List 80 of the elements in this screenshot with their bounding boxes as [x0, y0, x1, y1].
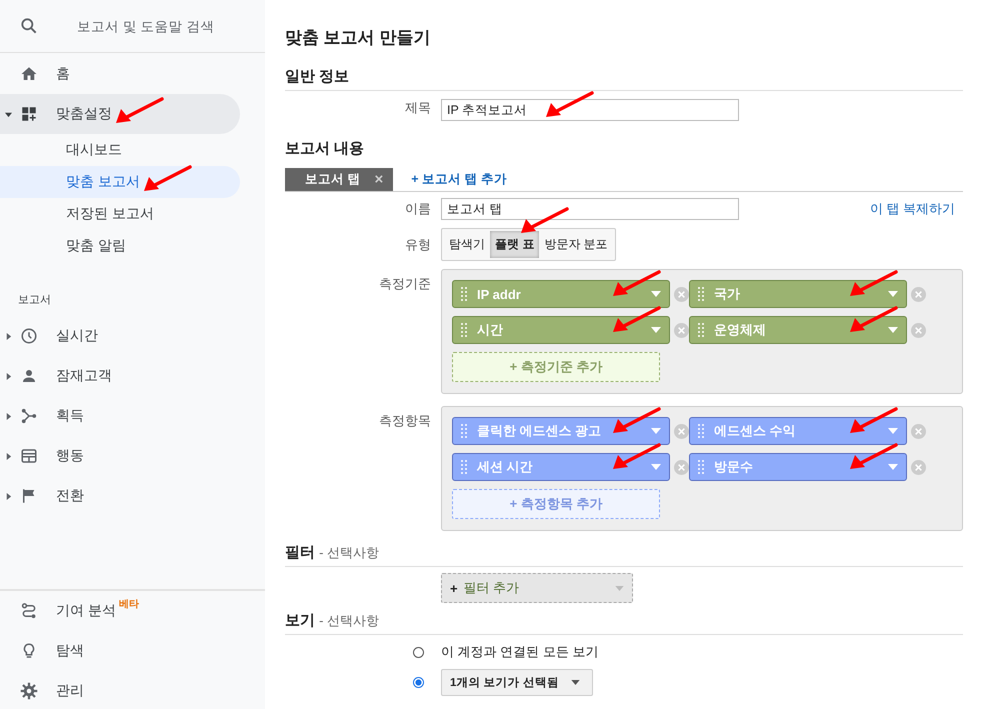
caret-icon: [651, 428, 661, 434]
person-icon: [20, 367, 38, 385]
caret-icon: [4, 452, 12, 460]
section-heading: 필터 - 선택사항: [285, 543, 963, 567]
caret-icon: [4, 332, 12, 340]
window-icon: [20, 447, 38, 465]
caret-icon: [4, 372, 12, 380]
clock-icon: [20, 327, 38, 345]
nav-subitem[interactable]: 맞춤 알림: [0, 230, 240, 262]
caret-icon: [615, 586, 624, 590]
section-heading: 보고서: [17, 293, 52, 308]
nav-item[interactable]: 기여 분석 $^{베타}$: [0, 591, 240, 631]
remove-icon[interactable]: [674, 424, 689, 438]
caret-icon: [4, 412, 12, 420]
radio-button[interactable]: [413, 677, 424, 688]
remove-icon[interactable]: [911, 286, 926, 302]
route-icon: [20, 602, 38, 620]
nav-subitem[interactable]: 대시보드: [0, 134, 240, 166]
drag-handle-icon: [698, 287, 704, 301]
caret-icon: [4, 110, 12, 118]
radio-button[interactable]: [413, 646, 424, 658]
field-label: 측정기준: [378, 275, 432, 293]
caret-icon: [570, 680, 580, 685]
drag-handle-icon: [698, 424, 704, 438]
caret-icon: [651, 327, 661, 333]
grid-plus-icon: [20, 105, 38, 123]
caret-icon: [651, 464, 661, 470]
duplicate-tab-link[interactable]: 이 탭 복제하기: [870, 200, 955, 218]
name-field[interactable]: 보고서 탭: [441, 198, 739, 220]
remove-icon[interactable]: [674, 286, 689, 302]
remove-icon[interactable]: [911, 460, 926, 474]
nav-item[interactable]: 전환: [0, 476, 240, 516]
caret-icon: [888, 327, 898, 333]
remove-icon[interactable]: [911, 424, 926, 438]
drag-handle-icon: [461, 424, 467, 438]
add-filter-button[interactable]: + 필터 추가: [441, 573, 633, 603]
nav-item[interactable]: 탐색: [0, 631, 240, 671]
caret-icon: [4, 492, 12, 500]
remove-icon[interactable]: [674, 460, 689, 474]
nav-item[interactable]: 획득: [0, 396, 240, 436]
drag-handle-icon: [461, 323, 467, 337]
beta-label: 베타: [118, 598, 139, 611]
field-label: 제목: [404, 99, 432, 117]
section-heading: 일반 정보: [285, 67, 963, 91]
drag-handle-icon: [461, 460, 467, 474]
close-icon[interactable]: ×: [374, 172, 384, 187]
report-tab[interactable]: 보고서 탭 ×: [285, 168, 394, 191]
remove-icon[interactable]: [674, 322, 689, 338]
branch-icon: [20, 407, 38, 425]
drag-handle-icon: [698, 323, 704, 337]
caret-icon: [888, 291, 898, 297]
type-option[interactable]: 플랫 표: [490, 231, 540, 258]
nav-subitem[interactable]: 저장된 보고서: [0, 198, 240, 230]
field-label: 측정항목: [378, 412, 432, 430]
remove-icon[interactable]: [911, 322, 926, 338]
field-label: 유형: [404, 236, 432, 254]
field-label: 이름: [404, 200, 432, 218]
page-title: 맞춤 보고서 만들기: [285, 27, 432, 49]
settings-icon: [20, 682, 38, 700]
section-heading: 보고서 내용: [285, 139, 366, 159]
search-icon: [19, 16, 39, 36]
drag-handle-icon: [461, 287, 467, 301]
nav-item[interactable]: 실시간: [0, 316, 240, 356]
caret-icon: [888, 428, 898, 434]
caret-icon: [888, 464, 898, 470]
nav-subitem[interactable]: 맞춤 보고서: [0, 166, 240, 198]
nav-item[interactable]: 홈: [0, 54, 240, 94]
search-field[interactable]: 보고서 및 도움말 검색: [75, 18, 265, 34]
radio-label: 이 계정과 연결된 모든 보기: [441, 643, 598, 661]
nav-item[interactable]: 잠재고객: [0, 356, 240, 396]
nav-item[interactable]: 맞춤설정: [0, 94, 240, 134]
title-field[interactable]: IP 추적보고서: [441, 99, 739, 121]
drag-handle-icon: [698, 460, 704, 474]
view-dropdown[interactable]: 1개의 보기가 선택됨: [441, 669, 593, 696]
caret-icon: [651, 291, 661, 297]
add-tab-link[interactable]: + 보고서 탭 추가: [411, 171, 507, 188]
nav-item[interactable]: 관리: [0, 671, 240, 709]
section-heading: 보기 - 선택사항: [285, 611, 963, 635]
home-icon: [20, 65, 38, 83]
nav-item[interactable]: 행동: [0, 436, 240, 476]
